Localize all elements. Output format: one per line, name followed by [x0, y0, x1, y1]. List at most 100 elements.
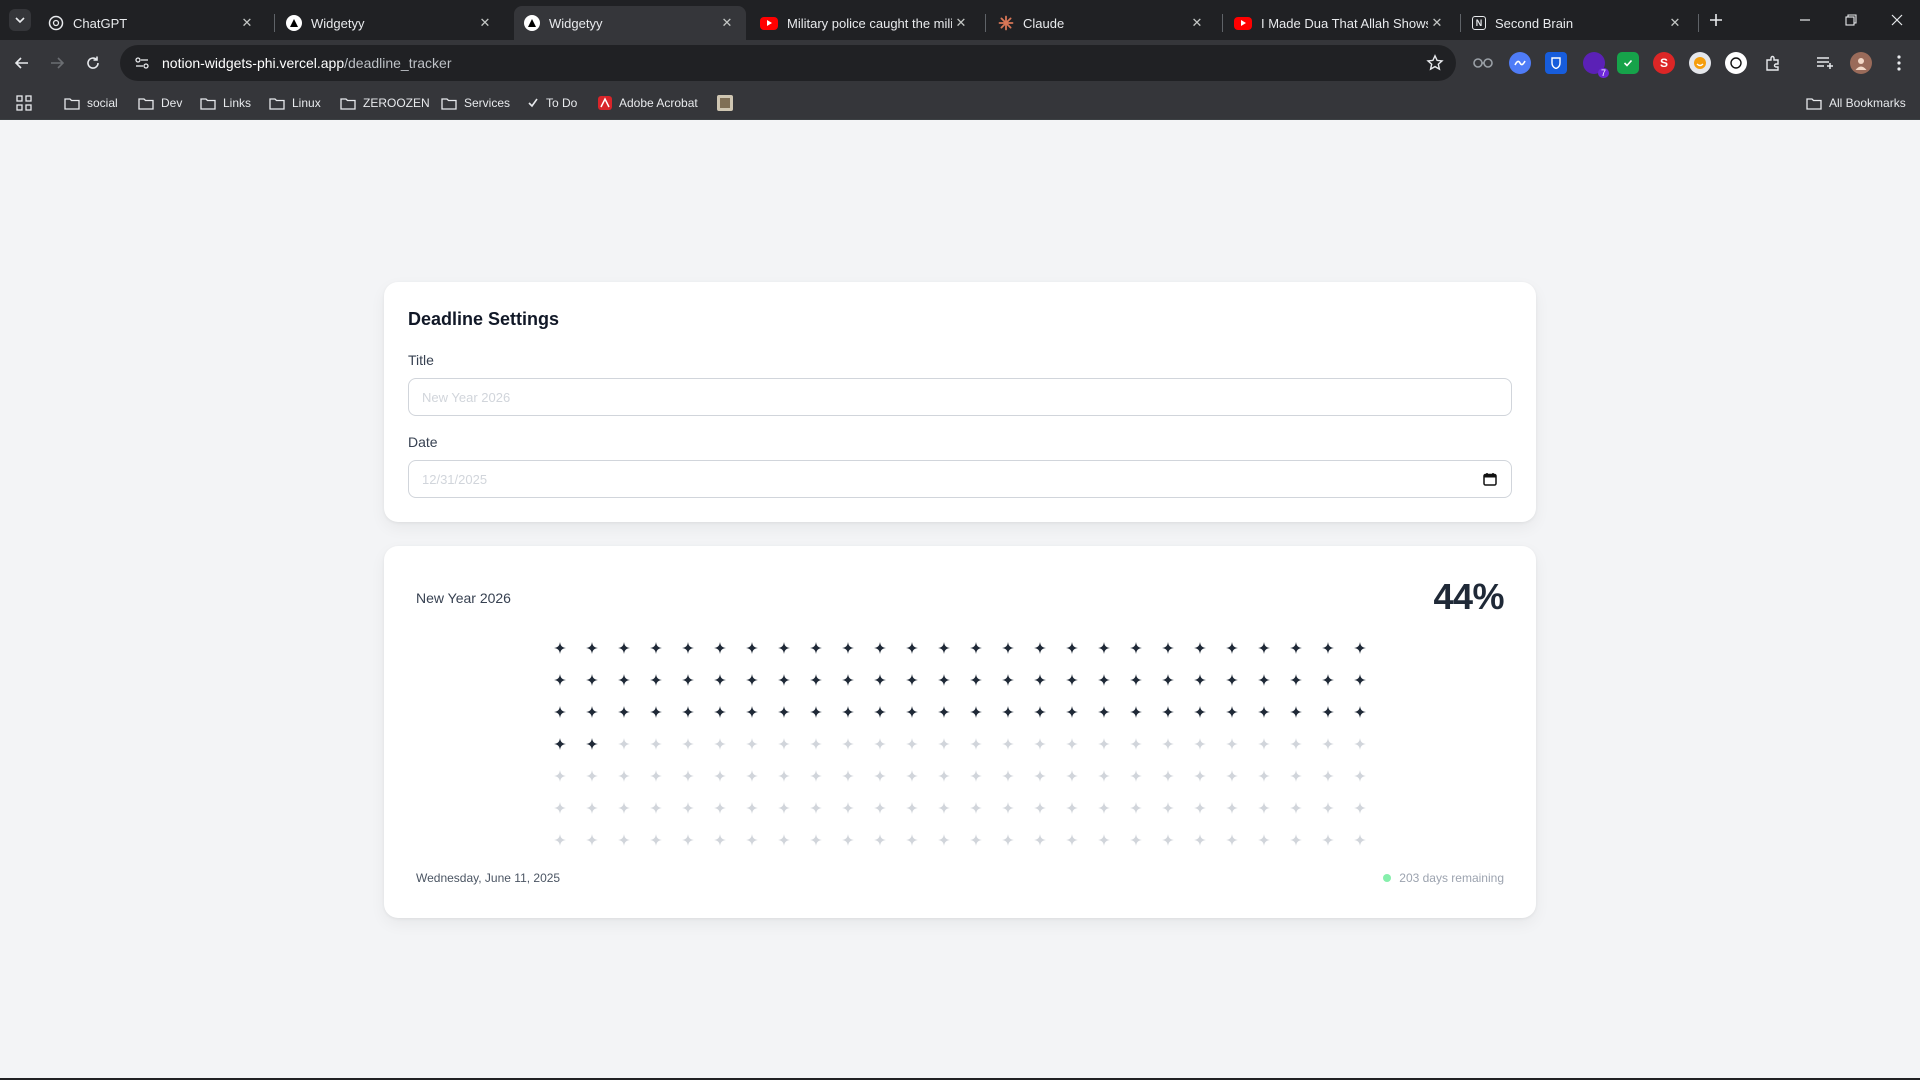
- sparkle-empty-icon: [608, 728, 640, 760]
- bookmark-linux[interactable]: Linux: [269, 92, 321, 114]
- restore-button[interactable]: [1828, 0, 1874, 40]
- tab-youtube-military[interactable]: Military police caught the milita ✕: [750, 6, 980, 40]
- address-bar[interactable]: notion-widgets-phi.vercel.app/deadline_t…: [120, 45, 1456, 81]
- bitwarden-shield-icon[interactable]: [1545, 52, 1567, 74]
- sparkle-filled-icon: [960, 664, 992, 696]
- tab-title: Second Brain: [1495, 15, 1574, 31]
- new-tab-button[interactable]: [1704, 8, 1728, 32]
- close-icon[interactable]: ✕: [1428, 14, 1446, 32]
- bookmark-star-icon[interactable]: [1426, 54, 1444, 72]
- bookmark-adobe-acrobat[interactable]: Adobe Acrobat: [598, 92, 698, 114]
- smile-extension-icon[interactable]: [1689, 52, 1711, 74]
- sparkle-filled-icon: [960, 696, 992, 728]
- arrow-right-icon: [51, 57, 65, 69]
- circle-extension-icon[interactable]: [1725, 52, 1747, 74]
- sparkle-empty-icon: [736, 728, 768, 760]
- sparkle-empty-icon: [1248, 760, 1280, 792]
- minimize-button[interactable]: [1782, 0, 1828, 40]
- notion-icon: N: [1472, 16, 1486, 30]
- sparkle-filled-icon: [832, 632, 864, 664]
- sparkle-empty-icon: [608, 824, 640, 856]
- forward-button[interactable]: [41, 47, 73, 79]
- wave-extension-icon[interactable]: [1509, 52, 1531, 74]
- bookmark-links[interactable]: Links: [200, 92, 251, 114]
- tab-chatgpt[interactable]: ChatGPT ✕: [38, 6, 266, 40]
- bookmark-todo[interactable]: To Do: [527, 92, 577, 114]
- puzzle-extensions-icon[interactable]: [1762, 52, 1784, 74]
- sparkle-filled-icon: [896, 632, 928, 664]
- close-window-button[interactable]: [1874, 0, 1920, 40]
- tab-search-button[interactable]: [9, 9, 31, 31]
- folder-icon: [269, 97, 285, 110]
- sparkle-empty-icon: [928, 792, 960, 824]
- bookmark-services[interactable]: Services: [441, 92, 510, 114]
- sparkle-empty-icon: [704, 792, 736, 824]
- sparkle-filled-icon: [1280, 696, 1312, 728]
- sparkle-empty-icon: [736, 760, 768, 792]
- triangle-logo-icon: [286, 15, 302, 31]
- sparkle-filled-icon: [640, 696, 672, 728]
- site-info-icon[interactable]: [134, 55, 150, 71]
- sparkle-filled-icon: [1120, 664, 1152, 696]
- tab-separator: [1222, 14, 1223, 32]
- reading-list-icon[interactable]: [1814, 52, 1836, 74]
- sparkle-filled-icon: [1216, 632, 1248, 664]
- back-button[interactable]: [6, 47, 38, 79]
- bookmark-label: Linux: [292, 96, 321, 110]
- sparkle-filled-icon: [1184, 664, 1216, 696]
- bookmarks-bar: social Dev Links Linux ZEROOZEN Services…: [0, 86, 1920, 120]
- tab-separator: [274, 14, 275, 32]
- glasses-extension-icon[interactable]: [1472, 52, 1494, 74]
- close-icon[interactable]: ✕: [952, 14, 970, 32]
- sparkle-empty-icon: [960, 728, 992, 760]
- folder-icon: [340, 97, 356, 110]
- url-host: notion-widgets-phi.vercel.app: [162, 55, 345, 71]
- folder-icon: [138, 97, 154, 110]
- image-bookmark-icon: [717, 95, 733, 111]
- sparkle-filled-icon: [832, 664, 864, 696]
- sparkle-filled-icon: [1088, 632, 1120, 664]
- sparkle-empty-icon: [1024, 760, 1056, 792]
- sparkle-filled-icon: [1120, 632, 1152, 664]
- close-icon[interactable]: ✕: [1666, 14, 1684, 32]
- kebab-menu-icon[interactable]: [1888, 52, 1910, 74]
- tab-second-brain[interactable]: N Second Brain ✕: [1462, 6, 1694, 40]
- sparkle-empty-icon: [896, 728, 928, 760]
- sparkle-empty-icon: [1152, 760, 1184, 792]
- sparkle-empty-icon: [832, 760, 864, 792]
- date-field[interactable]: [408, 460, 1512, 498]
- tab-title: Military police caught the milita: [787, 15, 952, 31]
- sparkle-empty-icon: [864, 728, 896, 760]
- badge-extension-icon[interactable]: 7: [1583, 52, 1609, 78]
- sparkle-filled-icon: [1152, 632, 1184, 664]
- bookmark-zeroozen[interactable]: ZEROOZEN: [340, 92, 430, 114]
- bookmark-image[interactable]: [717, 92, 740, 114]
- deadline-settings-card: Deadline Settings Title Date: [384, 282, 1536, 522]
- apps-button[interactable]: [16, 92, 32, 114]
- bookmark-label: ZEROOZEN: [363, 96, 430, 110]
- tab-widgetyy[interactable]: Widgetyy ✕: [276, 6, 504, 40]
- sparkle-filled-icon: [1184, 696, 1216, 728]
- sparkle-empty-icon: [544, 760, 576, 792]
- profile-avatar[interactable]: [1850, 52, 1872, 74]
- close-icon[interactable]: ✕: [476, 14, 494, 32]
- all-bookmarks[interactable]: All Bookmarks: [1806, 92, 1906, 114]
- shield-check-icon[interactable]: [1617, 52, 1639, 74]
- title-field[interactable]: [408, 378, 1512, 416]
- bookmark-dev[interactable]: Dev: [138, 92, 182, 114]
- tab-claude[interactable]: Claude ✕: [988, 6, 1216, 40]
- close-icon[interactable]: ✕: [1188, 14, 1206, 32]
- scribd-extension-icon[interactable]: S: [1653, 52, 1675, 74]
- close-icon[interactable]: ✕: [238, 14, 256, 32]
- sparkle-empty-icon: [960, 824, 992, 856]
- tab-widgetyy-active[interactable]: Widgetyy ✕: [514, 6, 746, 40]
- calendar-icon[interactable]: [1482, 471, 1498, 487]
- bookmark-social[interactable]: social: [64, 92, 118, 114]
- tab-youtube-dua[interactable]: I Made Dua That Allah Shows T ✕: [1224, 6, 1456, 40]
- close-icon[interactable]: ✕: [718, 14, 736, 32]
- date-input[interactable]: [422, 471, 1483, 487]
- reload-button[interactable]: [77, 47, 109, 79]
- sparkle-empty-icon: [1088, 824, 1120, 856]
- sparkle-empty-icon: [672, 728, 704, 760]
- title-input[interactable]: [422, 389, 1498, 405]
